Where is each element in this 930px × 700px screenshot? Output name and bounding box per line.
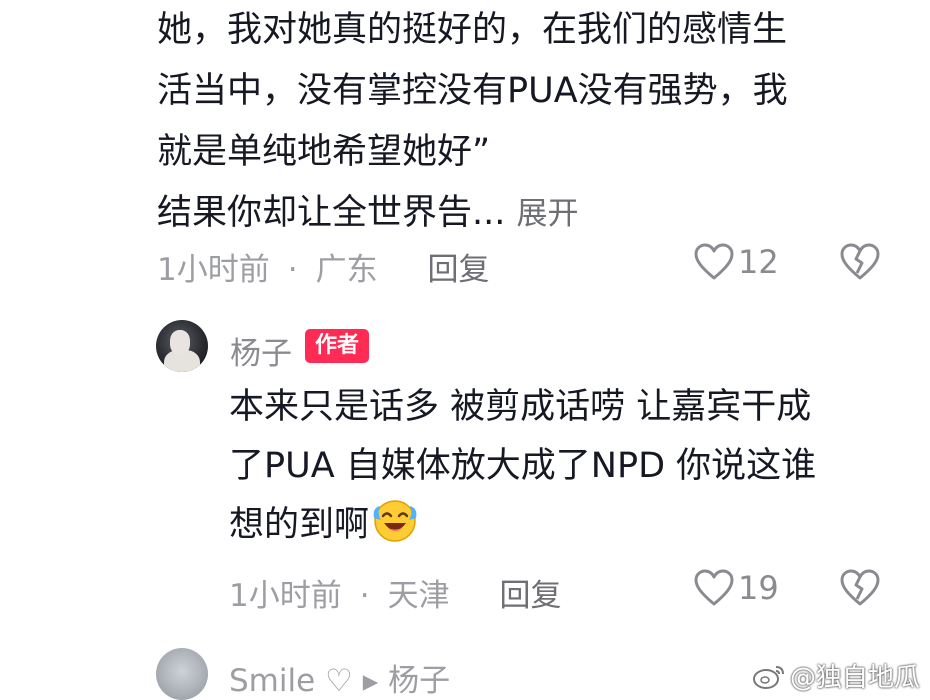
meta-separator: · [359, 578, 370, 614]
avatar[interactable] [156, 648, 208, 700]
reply-body: 本来只是话多 被剪成话唠 让嘉宾干成 了PUA 自媒体放大成了NPD 你说这谁 … [229, 378, 909, 555]
comment-truncated-text: 结果你却让全世界告... [157, 193, 506, 233]
comment-line: 活当中，没有掌控没有PUA没有强势，我 [157, 71, 788, 111]
reply-arrow-icon: ▸ [362, 663, 379, 699]
reply-line-text: 想的到啊 [229, 505, 370, 545]
comment-line: 她，我对她真的挺好的，在我们的感情生 [157, 10, 788, 50]
author-badge: 作者 [305, 329, 370, 363]
reply-line-last: 想的到啊 [229, 496, 909, 555]
reply-meta: 1小时前 · 天津 回复 [229, 570, 561, 615]
meta-separator: · [287, 252, 298, 288]
next-reply-header: Smile ♡ ▸ 杨子 [229, 655, 450, 700]
dislike-button[interactable] [840, 243, 880, 285]
broken-heart-icon [840, 569, 880, 606]
like-count: 19 [738, 569, 779, 607]
watermark: @独自地瓜 [752, 657, 920, 694]
avatar[interactable] [156, 320, 208, 372]
heart-outline-icon [694, 243, 734, 280]
reply-to-username[interactable]: 杨子 [388, 663, 450, 699]
reply-location: 天津 [387, 578, 450, 614]
weibo-logo-icon [752, 665, 784, 689]
comment-line-last: 结果你却让全世界告... 展开 [157, 183, 887, 245]
expand-button[interactable]: 展开 [517, 196, 579, 232]
laughing-crying-emoji-icon [373, 500, 417, 542]
comment-body: 她，我对她真的挺好的，在我们的感情生 活当中，没有掌控没有PUA没有强势，我 就… [157, 0, 887, 245]
reply-line: 本来只是话多 被剪成话唠 让嘉宾干成 [229, 387, 812, 427]
comment-meta: 1小时前 · 广东 回复 [157, 244, 489, 289]
comment-time: 1小时前 [157, 252, 270, 288]
heart-outline-icon [694, 569, 734, 606]
username[interactable]: 杨子 [230, 328, 292, 373]
like-count: 12 [738, 243, 779, 281]
comment-location: 广东 [315, 252, 378, 288]
like-button[interactable]: 19 [694, 569, 779, 607]
heart-outline-icon: ♡ [325, 663, 353, 699]
like-button[interactable]: 12 [694, 243, 779, 281]
reply-button[interactable]: 回复 [427, 252, 489, 288]
watermark-text: @独自地瓜 [789, 663, 920, 693]
comment-line: 就是单纯地希望她好” [157, 132, 491, 172]
dislike-button[interactable] [840, 569, 880, 611]
reply-time: 1小时前 [229, 578, 342, 614]
username[interactable]: Smile [229, 663, 315, 699]
reply-line: 了PUA 自媒体放大成了NPD 你说这谁 [229, 446, 817, 486]
reply-button[interactable]: 回复 [499, 578, 561, 614]
broken-heart-icon [840, 243, 880, 280]
